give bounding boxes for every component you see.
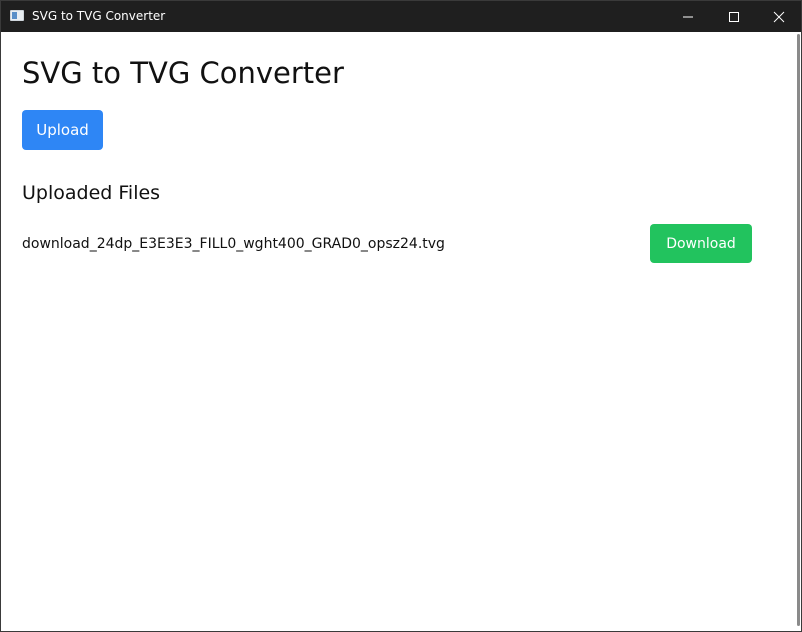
maximize-button[interactable]	[711, 1, 757, 32]
close-button[interactable]	[756, 1, 802, 32]
download-button[interactable]: Download	[650, 224, 752, 263]
minimize-button[interactable]	[665, 1, 711, 32]
title-bar[interactable]: SVG to TVG Converter	[1, 1, 801, 32]
file-name: download_24dp_E3E3E3_FILL0_wght400_GRAD0…	[22, 236, 445, 252]
app-content: SVG to TVG Converter Upload Uploaded Fil…	[1, 32, 801, 631]
uploaded-files-heading: Uploaded Files	[22, 182, 161, 204]
window-title: SVG to TVG Converter	[32, 9, 166, 23]
minimize-icon	[683, 16, 693, 18]
maximize-icon	[729, 12, 739, 22]
app-window: SVG to TVG Converter SVG to TVG Converte…	[0, 0, 802, 632]
page-title: SVG to TVG Converter	[22, 56, 344, 90]
app-icon-pane	[12, 12, 17, 19]
vertical-scrollbar[interactable]	[795, 34, 800, 628]
file-row: download_24dp_E3E3E3_FILL0_wght400_GRAD0…	[22, 224, 752, 263]
app-window-icon	[10, 10, 24, 21]
upload-button[interactable]: Upload	[22, 110, 103, 150]
close-icon	[773, 11, 785, 23]
scrollbar-thumb[interactable]	[797, 34, 800, 626]
